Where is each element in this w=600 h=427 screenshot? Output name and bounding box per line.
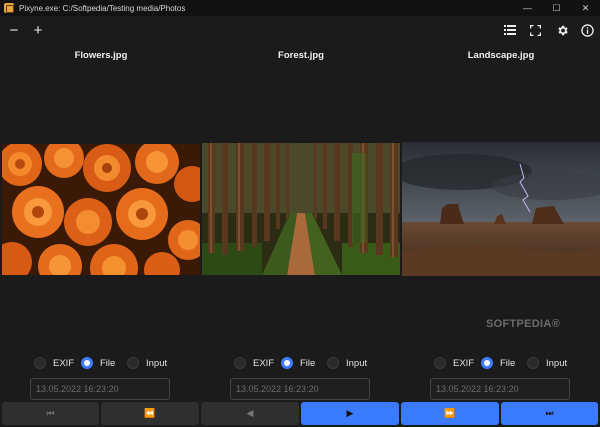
date-field[interactable]: 13.05.2022 16:23:20 [230,378,370,400]
list-icon [504,25,516,35]
radio-button[interactable] [327,357,339,369]
minimize-button[interactable]: — [513,0,542,16]
radio-button[interactable] [527,357,539,369]
skip-first-icon: ⏮ [46,408,55,418]
settings-button[interactable] [554,22,570,38]
radio-label: Input [146,357,168,369]
info-button[interactable] [579,22,595,38]
radio-exif[interactable]: EXIF [34,357,74,369]
softpedia-watermark: SOFTPEDIA® [486,318,561,330]
date-source-radio-group: EXIF File Input [202,357,400,373]
app-icon [4,3,14,13]
toolbar: − + [0,16,600,44]
fullscreen-button[interactable] [527,22,543,38]
maximize-button[interactable]: ☐ [542,0,571,16]
rewind-button[interactable]: ⏪ [101,402,199,425]
window-title: Pixyne.exe: C:/Softpedia/Testing media/P… [19,3,186,13]
photo-column-flowers: Flowers.jpg EXIF File Input 13.05.2022 1… [2,44,200,427]
radio-label: Input [346,357,368,369]
next-button[interactable]: ▶ [301,402,399,425]
radio-file[interactable]: File [81,357,115,369]
date-source-radio-group: EXIF File Input [402,357,600,373]
radio-button-selected[interactable] [81,357,93,369]
previous-button[interactable]: ◀ [201,402,299,425]
photo-filename: Flowers.jpg [74,50,128,61]
zoom-out-button[interactable]: − [6,22,22,38]
window-controls: — ☐ ✕ [513,0,600,16]
radio-button[interactable] [434,357,446,369]
fast-forward-icon: ⏩ [444,408,456,418]
first-page-button[interactable]: ⏮ [2,402,99,425]
radio-label: EXIF [53,357,75,369]
title-bar: Pixyne.exe: C:/Softpedia/Testing media/P… [0,0,600,16]
radio-label: EXIF [253,357,275,369]
radio-label: Input [546,357,568,369]
flowers-photo[interactable] [2,144,200,275]
radio-exif[interactable]: EXIF [234,357,274,369]
radio-button[interactable] [234,357,246,369]
date-field[interactable]: 13.05.2022 16:23:20 [30,378,170,400]
previous-icon: ◀ [246,408,254,418]
radio-label: EXIF [453,357,475,369]
radio-exif[interactable]: EXIF [434,357,474,369]
radio-button-selected[interactable] [481,357,493,369]
list-view-button[interactable] [502,22,518,38]
skip-last-icon: ⏭ [545,408,554,418]
radio-label: File [300,357,316,369]
rewind-icon: ⏪ [144,408,156,418]
zoom-in-button[interactable]: + [30,22,46,38]
navigation-bar: ⏮ ⏪ ◀ ▶ ⏩ ⏭ [0,402,600,425]
close-button[interactable]: ✕ [571,0,600,16]
date-field[interactable]: 13.05.2022 16:23:20 [430,378,570,400]
fullscreen-icon [529,24,541,36]
radio-button-selected[interactable] [281,357,293,369]
landscape-photo[interactable] [402,142,600,276]
radio-label: File [100,357,116,369]
radio-button[interactable] [127,357,139,369]
date-source-radio-group: EXIF File Input [2,357,200,373]
next-icon: ▶ [346,408,354,418]
radio-input[interactable]: Input [127,357,167,369]
radio-input[interactable]: Input [327,357,367,369]
last-page-button[interactable]: ⏭ [501,402,598,425]
radio-label: File [500,357,516,369]
radio-file[interactable]: File [281,357,315,369]
forest-photo[interactable] [202,143,400,275]
gear-icon [557,25,568,35]
radio-input[interactable]: Input [527,357,567,369]
photo-filename: Landscape.jpg [467,50,535,61]
photo-filename: Forest.jpg [278,50,324,61]
photo-column-forest: Forest.jpg EXIF File Input 13.05.2022 16… [202,44,400,427]
fast-forward-button[interactable]: ⏩ [401,402,499,425]
photo-column-landscape: Landscape.jpg EXIF File Input 13.05.2022… [402,44,600,427]
radio-file[interactable]: File [481,357,515,369]
info-icon [580,23,594,37]
radio-button[interactable] [34,357,46,369]
